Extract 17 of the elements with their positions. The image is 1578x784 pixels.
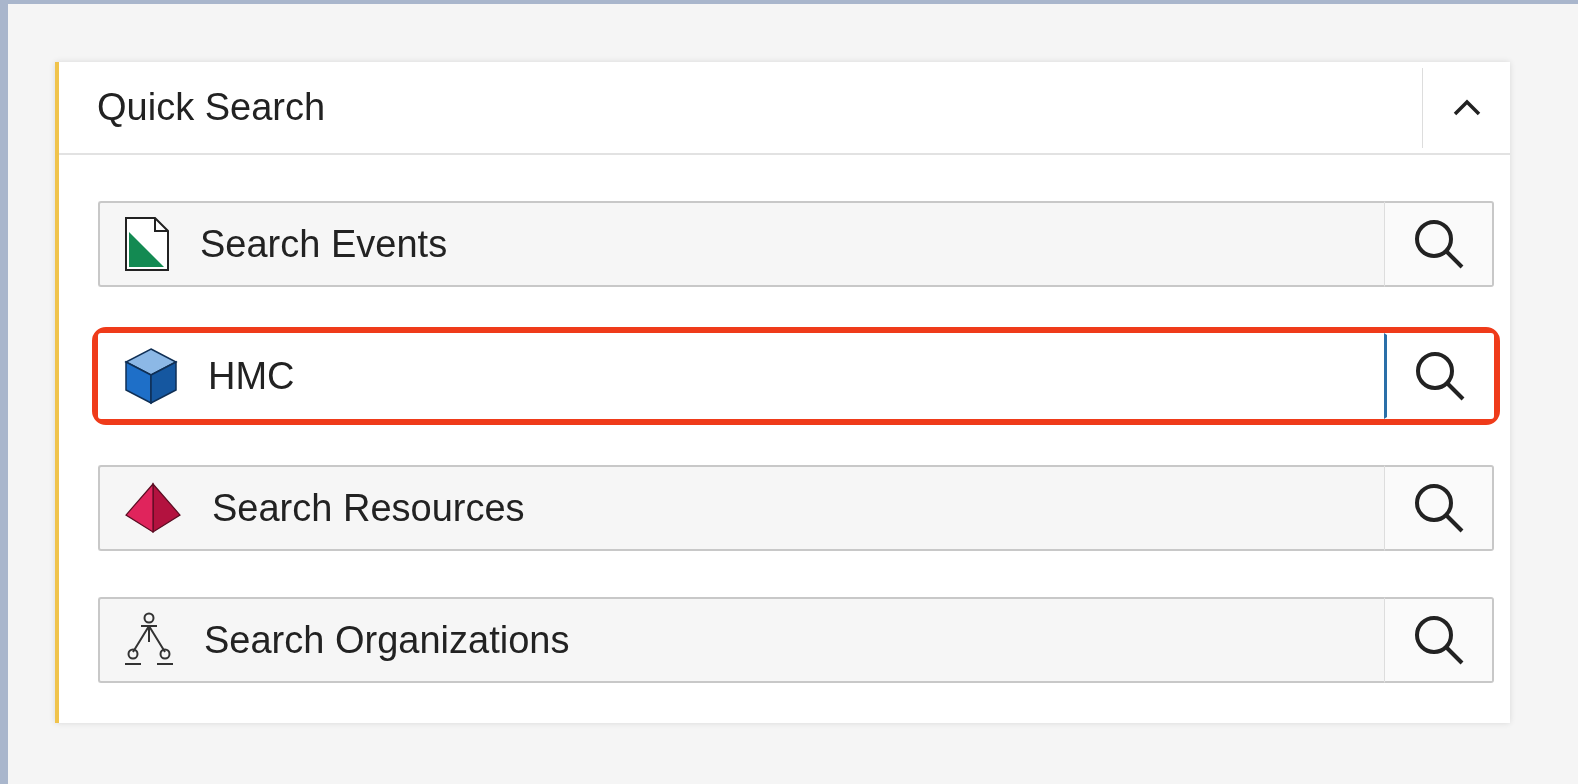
cube-icon (124, 347, 178, 405)
chevron-up-icon (1451, 98, 1482, 117)
search-input[interactable]: Search Organizations (202, 610, 1384, 670)
organization-icon (124, 612, 174, 668)
panel-title: Quick Search (96, 85, 327, 130)
document-icon (124, 216, 170, 272)
search-input[interactable]: HMC (206, 346, 1384, 406)
search-field[interactable]: Search Organizations (98, 597, 1384, 683)
search-input[interactable]: Search Resources (210, 478, 1384, 538)
search-button[interactable] (1384, 465, 1494, 551)
search-button[interactable] (1384, 333, 1494, 419)
search-field[interactable]: Search Events (98, 201, 1384, 287)
pyramid-icon (124, 482, 182, 534)
search-field[interactable]: Search Resources (98, 465, 1384, 551)
search-button[interactable] (1384, 597, 1494, 683)
search-input[interactable]: Search Events (198, 214, 1384, 274)
search-button[interactable] (1384, 201, 1494, 287)
